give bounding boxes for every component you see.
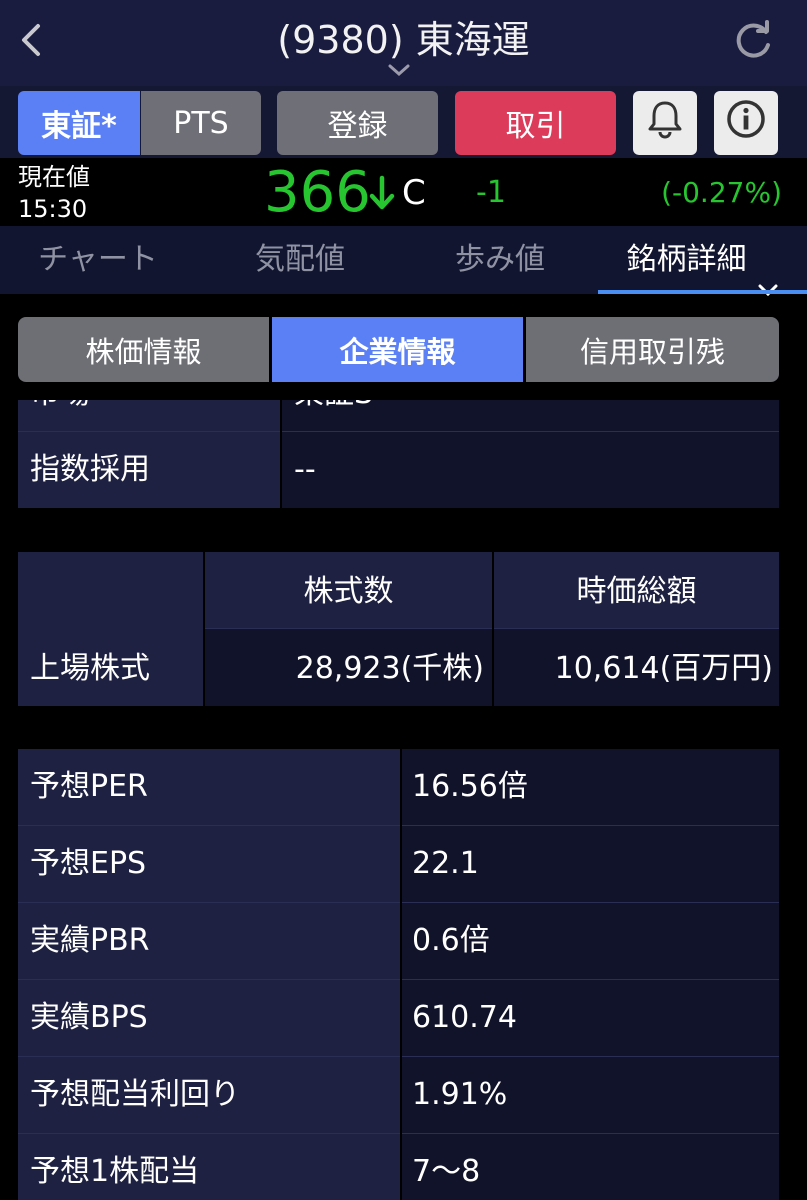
- row-label: 予想配当利回り: [30, 1077, 240, 1112]
- row-label: 実績PBR: [30, 923, 150, 958]
- col-header-market-cap: 時価総額: [576, 574, 697, 609]
- price-change: -1: [476, 175, 506, 210]
- valuation-table: 予想PER 16.56倍 予想EPS 22.1 実績PBR 0.6倍 実績BPS…: [18, 749, 779, 1200]
- table-row: 予想PER 16.56倍: [18, 749, 779, 826]
- row-label: 予想EPS: [30, 846, 147, 881]
- row-value: 0.6倍: [412, 923, 490, 958]
- segment-control: 株価情報 企業情報 信用取引残: [18, 317, 779, 382]
- row-value: 7〜8: [412, 1154, 481, 1189]
- row-label: 指数採用: [30, 452, 150, 487]
- tab-details[interactable]: 銘柄詳細: [598, 226, 807, 296]
- segment-stock-info[interactable]: 株価情報: [18, 317, 269, 382]
- chevron-down-icon[interactable]: [386, 60, 412, 80]
- table-row: 市場 東証S: [18, 400, 779, 432]
- listed-shares-label: 上場株式: [30, 651, 150, 686]
- tab-chart[interactable]: チャート: [0, 226, 196, 294]
- app-header: (9380) 東海運: [0, 0, 807, 86]
- col-header-shares: 株式数: [303, 574, 394, 609]
- market-cap-value: 10,614(百万円): [554, 651, 773, 686]
- row-value: 16.56倍: [412, 769, 528, 804]
- trade-button[interactable]: 取引: [455, 91, 616, 155]
- info-button[interactable]: [714, 91, 778, 155]
- segment-company-info[interactable]: 企業情報: [272, 317, 523, 382]
- table-row: 指数採用 --: [18, 432, 779, 508]
- row-value: 1.91%: [412, 1077, 508, 1112]
- close-flag: C: [402, 173, 426, 213]
- row-value: 東証S: [294, 400, 373, 414]
- current-price-label: 現在値: [18, 163, 90, 191]
- reload-icon[interactable]: [730, 18, 776, 64]
- tab-details-label: 銘柄詳細: [626, 242, 747, 277]
- chevron-down-icon: [757, 254, 779, 296]
- shares-value: 28,923(千株): [295, 651, 484, 686]
- active-tab-indicator: [598, 290, 807, 294]
- market-tse-button[interactable]: 東証*: [18, 91, 140, 155]
- table-row: 実績BPS 610.74: [18, 980, 779, 1057]
- action-bar: 東証* PTS 登録 取引: [0, 86, 807, 158]
- price-change-percent: (-0.27%): [661, 176, 782, 209]
- price-time: 15:30: [18, 195, 88, 223]
- main-tabs: チャート 気配値 歩み値 銘柄詳細: [0, 226, 807, 296]
- alert-button[interactable]: [633, 91, 697, 155]
- row-value: 22.1: [412, 846, 479, 881]
- tab-trades[interactable]: 歩み値: [400, 226, 600, 294]
- row-label: 市場: [30, 400, 90, 414]
- price-row: 現在値 15:30 366 C -1 (-0.27%): [0, 158, 807, 226]
- row-label: 予想1株配当: [30, 1154, 200, 1189]
- stock-title: (9380) 東海運: [277, 18, 530, 62]
- bell-icon: [645, 98, 685, 148]
- segment-margin-balance[interactable]: 信用取引残: [526, 317, 779, 382]
- market-pts-button[interactable]: PTS: [141, 91, 261, 155]
- table-row: 実績PBR 0.6倍: [18, 903, 779, 980]
- row-value: --: [294, 452, 316, 487]
- table-row: 予想EPS 22.1: [18, 826, 779, 903]
- market-info-table: 市場 東証S 指数採用 --: [18, 400, 779, 508]
- row-value: 610.74: [412, 1000, 517, 1035]
- info-icon: [725, 98, 767, 148]
- current-price: 366: [264, 160, 371, 225]
- row-label: 予想PER: [30, 769, 148, 804]
- table-row: 予想配当利回り 1.91%: [18, 1057, 779, 1134]
- register-button[interactable]: 登録: [277, 91, 438, 155]
- tab-quotes[interactable]: 気配値: [200, 226, 400, 294]
- table-row: 予想1株配当 7〜8: [18, 1134, 779, 1200]
- shares-table: 上場株式 株式数 時価総額 28,923(千株) 10,614(百万円): [18, 552, 779, 706]
- row-label: 実績BPS: [30, 1000, 148, 1035]
- down-arrow-icon: [368, 174, 396, 214]
